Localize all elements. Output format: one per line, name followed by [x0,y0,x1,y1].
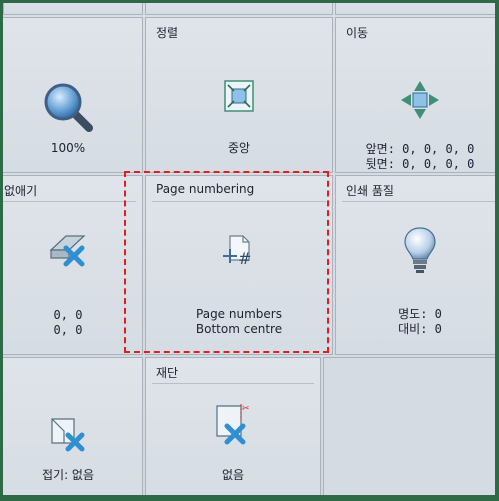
crop-panel[interactable]: 재단 ✂ 없음 [145,357,321,495]
empty-panel [323,357,495,495]
alignment-title: 정렬 [156,26,179,40]
contrast-value: 대비: 0 [398,322,442,336]
title-divider [3,201,136,202]
move-panel[interactable]: 이동 앞면: 0, 0, 0, 0 뒷면: 0, 0, 0, 0 [335,17,495,173]
panel-top-center [145,3,333,15]
crop-title: 재단 [156,366,179,380]
fold-panel[interactable]: 접기: 없음 [3,357,143,495]
print-quality-panel[interactable]: 인쇄 품질 명도: 0 대비: 0 [335,175,495,355]
panel-top-right [335,3,495,15]
move-back-value: 뒷면: 0, 0, 0, 0 [365,157,475,171]
title-divider [342,201,495,202]
brightness-value: 명도: 0 [398,307,442,321]
fold-icon [51,418,85,452]
remove-panel[interactable]: 없애기 0, 0 0, 0 [3,175,143,355]
move-title: 이동 [346,26,369,40]
remove-title: 없애기 [4,184,38,198]
remove-icon [49,235,86,267]
fold-value: 접기: 없음 [41,468,95,482]
crop-value: 없음 [221,468,245,482]
remove-value-1: 0, 0 [53,308,83,322]
center-align-icon [224,80,254,112]
title-divider [152,383,314,384]
panel-top-left [3,3,143,15]
highlight-box [124,171,329,353]
lightbulb-icon [404,227,436,273]
magnifier-icon [44,83,93,132]
move-arrows-icon [401,81,439,119]
zoom-value: 100% [50,141,86,155]
svg-text:✂: ✂ [242,404,250,414]
remove-value-2: 0, 0 [53,323,83,337]
crop-icon: ✂ [216,404,250,445]
move-front-value: 앞면: 0, 0, 0, 0 [365,142,475,156]
alignment-value: 중앙 [227,141,251,155]
alignment-panel[interactable]: 정렬 중앙 [145,17,333,173]
zoom-panel[interactable]: 100% [3,17,143,173]
print-quality-title: 인쇄 품질 [346,184,394,198]
